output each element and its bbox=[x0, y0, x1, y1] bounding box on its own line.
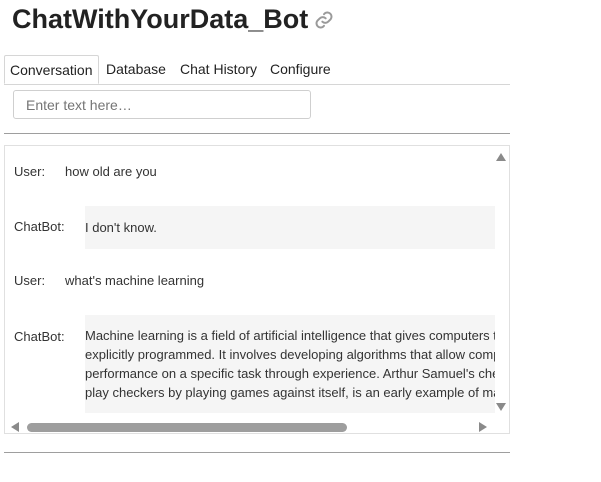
page-title: ChatWithYourData_Bot bbox=[12, 4, 334, 35]
tab-database[interactable]: Database bbox=[106, 55, 166, 82]
message-text: I don't know. bbox=[85, 206, 495, 249]
scroll-left-arrow-icon[interactable] bbox=[11, 422, 19, 432]
speaker-label: ChatBot: bbox=[14, 329, 65, 344]
tab-chat-history[interactable]: Chat History bbox=[180, 55, 257, 82]
message-text: how old are you bbox=[65, 164, 157, 179]
tab-bar: Conversation Database Chat History Confi… bbox=[4, 55, 510, 85]
speaker-label: User: bbox=[14, 273, 46, 288]
tab-configure[interactable]: Configure bbox=[270, 55, 331, 82]
divider-bottom bbox=[4, 452, 510, 453]
divider-top bbox=[4, 133, 510, 134]
message-row: ChatBot: I don't know. bbox=[5, 206, 495, 249]
message-row: User: what's machine learning bbox=[5, 273, 495, 293]
speaker-label: ChatBot: bbox=[14, 219, 65, 234]
scroll-down-arrow-icon[interactable] bbox=[496, 403, 506, 411]
chat-panel[interactable]: User: how old are you ChatBot: I don't k… bbox=[4, 145, 510, 434]
app-title: ChatWithYourData_Bot bbox=[12, 4, 309, 34]
scroll-up-arrow-icon[interactable] bbox=[496, 153, 506, 161]
message-text: what's machine learning bbox=[65, 273, 205, 288]
scroll-right-arrow-icon[interactable] bbox=[479, 422, 487, 432]
message-row: User: how old are you bbox=[5, 164, 495, 184]
horizontal-scrollbar-thumb[interactable] bbox=[27, 423, 347, 432]
speaker-label: User: bbox=[14, 164, 46, 179]
link-icon[interactable] bbox=[314, 10, 334, 30]
chat-input[interactable] bbox=[13, 90, 311, 119]
message-row: ChatBot: Machine learning is a field of … bbox=[5, 315, 495, 413]
message-text: Machine learning is a field of artificia… bbox=[85, 315, 495, 413]
tab-conversation[interactable]: Conversation bbox=[4, 55, 99, 84]
